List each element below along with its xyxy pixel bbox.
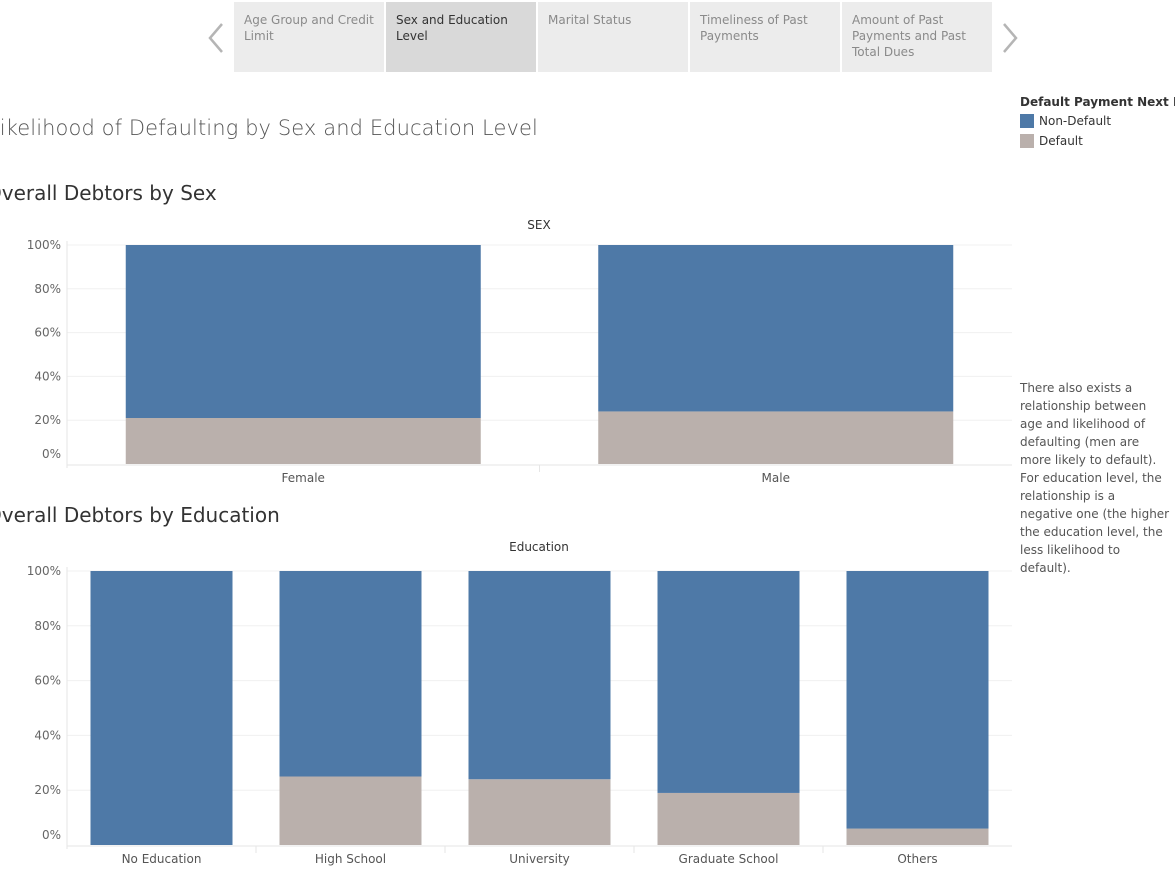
color-legend: Default Payment Next M... Non-Default De… [1020, 95, 1175, 149]
bar-non-default-graduate-school [657, 571, 800, 793]
y-tick-label: 60% [34, 674, 61, 688]
bar-non-default-female [125, 245, 481, 419]
chevron-left-icon[interactable] [203, 20, 229, 56]
bar-default-university [468, 779, 611, 845]
x-tick-label-university: University [509, 852, 570, 866]
bar-non-default-no-education [90, 571, 233, 845]
y-tick-label: 0% [42, 828, 61, 842]
y-tick-label: 0% [42, 447, 61, 461]
legend-item-non-default[interactable]: Non-Default [1020, 114, 1175, 129]
legend-title: Default Payment Next M... [1020, 95, 1175, 109]
y-tick-label: 80% [34, 619, 61, 633]
y-tick-label: 40% [34, 728, 61, 742]
x-tick-label-female: Female [282, 471, 325, 485]
dashboard-title: Likelihood of Defaulting by Sex and Educ… [0, 116, 538, 140]
bar-default-female [125, 418, 481, 464]
education-section-title: Overall Debtors by Education [0, 503, 280, 527]
story-point-sex-education[interactable]: Sex and Education Level [386, 2, 536, 72]
annotation-text: There also exists a relationship between… [1020, 381, 1170, 575]
education-bar-chart: Education 0% 20% 40% 60% 80% 100% No Education H… [0, 537, 1015, 871]
x-tick-label-others: Others [897, 852, 937, 866]
legend-label-default: Default [1039, 134, 1083, 148]
chart-title: Education [509, 540, 569, 554]
x-tick-label-high-school: High School [315, 852, 386, 866]
y-tick-label: 40% [34, 369, 61, 383]
story-point-amount-payments[interactable]: Amount of Past Payments and Past Total D… [842, 2, 992, 72]
y-tick-label: 100% [27, 564, 61, 578]
y-tick-label: 20% [34, 783, 61, 797]
sex-section-title: Overall Debtors by Sex [0, 181, 217, 205]
chart-title: SEX [527, 218, 550, 232]
story-navigation: Age Group and Credit Limit Sex and Educa… [0, 2, 1175, 72]
chevron-right-icon[interactable] [997, 20, 1023, 56]
bar-non-default-others [846, 571, 989, 829]
bar-default-others [846, 828, 989, 845]
y-tick-label: 20% [34, 413, 61, 427]
story-point-marital-status[interactable]: Marital Status [538, 2, 688, 72]
legend-label-non-default: Non-Default [1039, 114, 1112, 128]
story-point-timeliness[interactable]: Timeliness of Past Payments [690, 2, 840, 72]
bar-non-default-male [598, 245, 954, 412]
bar-default-graduate-school [657, 792, 800, 845]
y-tick-label: 60% [34, 326, 61, 340]
x-tick-label-no-education: No Education [122, 852, 202, 866]
legend-item-default[interactable]: Default [1020, 134, 1175, 149]
x-tick-label-male: Male [762, 471, 790, 485]
legend-swatch-default [1020, 134, 1034, 148]
story-point-age-group[interactable]: Age Group and Credit Limit [234, 2, 384, 72]
bar-default-high-school [279, 776, 422, 845]
bar-default-male [598, 411, 954, 464]
sex-bar-chart: SEX 0% 20% 40% 60% 80% 100% Female Male [0, 215, 1015, 490]
y-tick-label: 100% [27, 238, 61, 252]
bar-non-default-university [468, 571, 611, 780]
bar-non-default-high-school [279, 571, 422, 777]
y-tick-label: 80% [34, 282, 61, 296]
x-tick-label-graduate-school: Graduate School [679, 852, 779, 866]
legend-swatch-non-default [1020, 114, 1034, 128]
